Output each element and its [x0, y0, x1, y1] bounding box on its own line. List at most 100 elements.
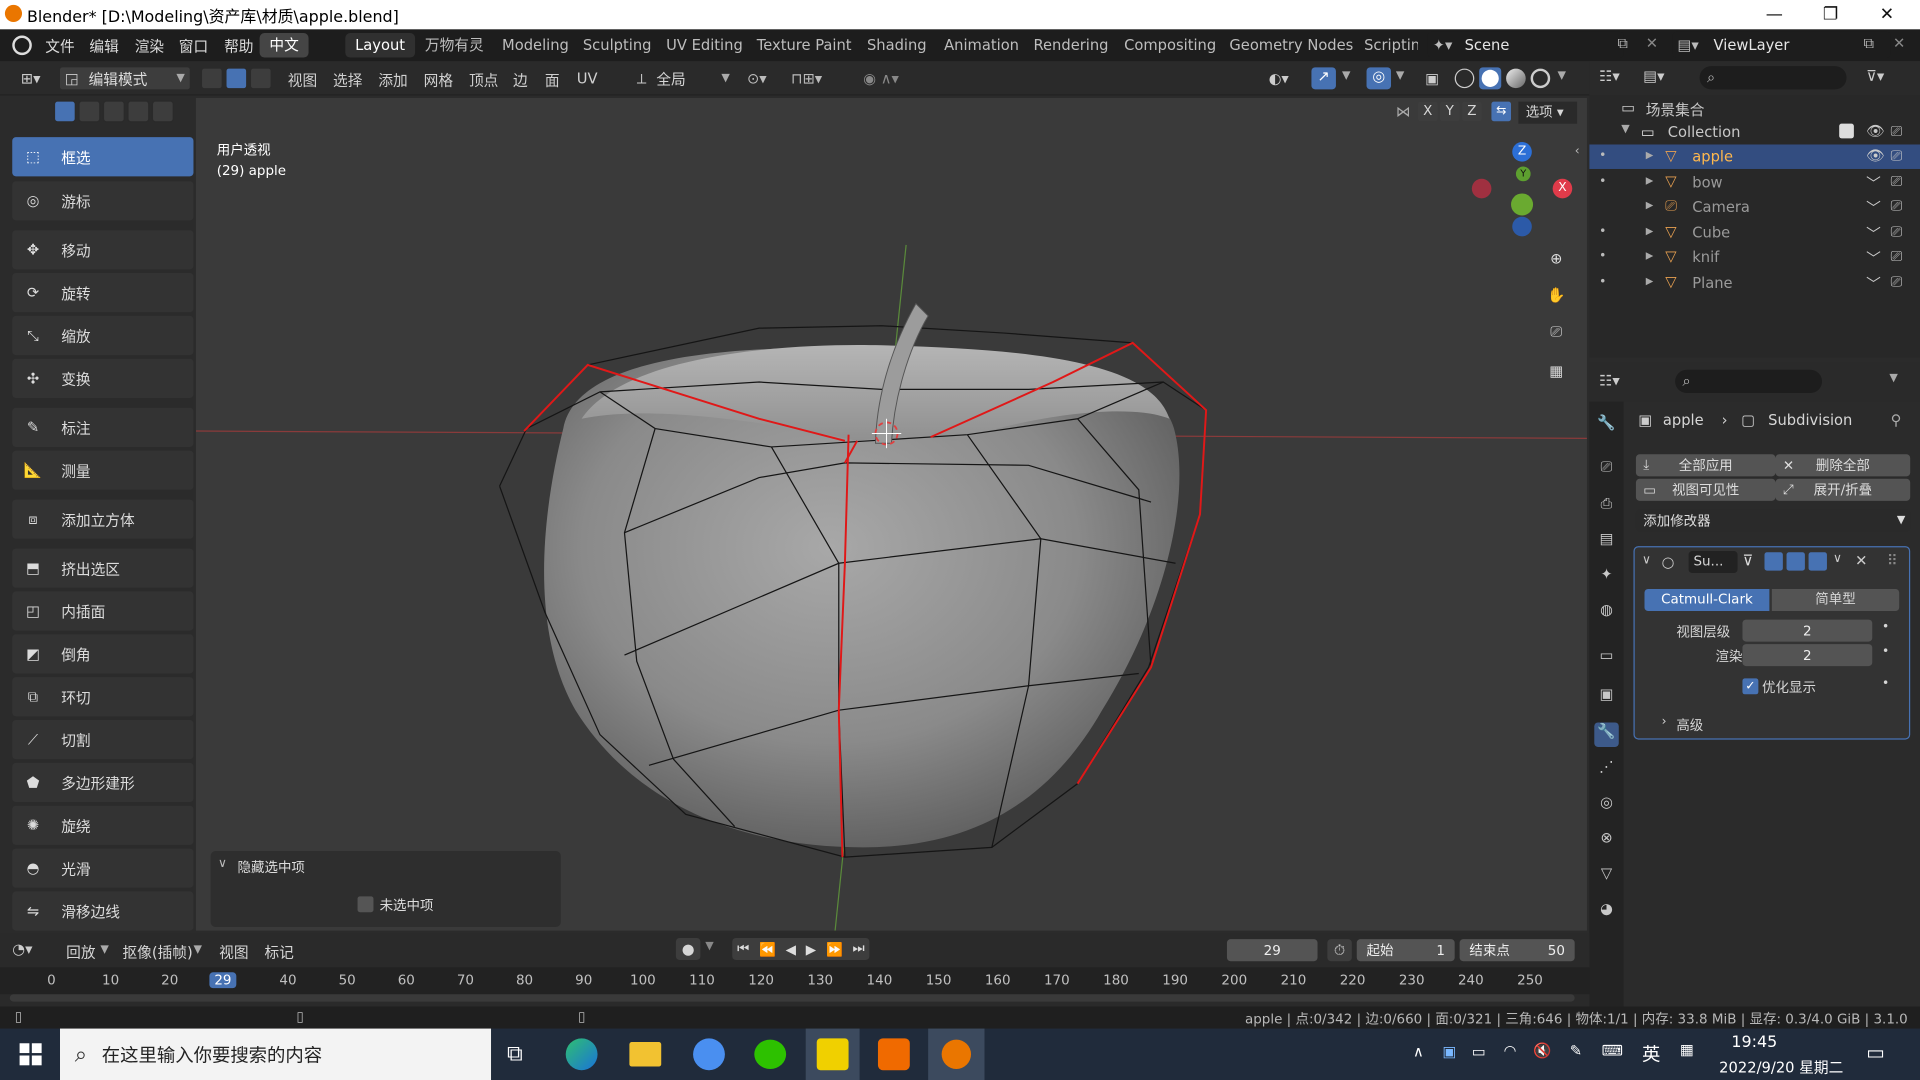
advanced-chevron-icon[interactable]: › — [1662, 715, 1667, 728]
overlay-dropdown-icon[interactable]: ▼ — [1396, 70, 1404, 82]
outliner-row-cube[interactable]: ▶ ▽ Cube ﹀ ⎚ — [1589, 220, 1920, 244]
menu-file[interactable]: 文件 — [45, 36, 74, 57]
modifier-menu-icon[interactable]: ∨ — [1833, 552, 1842, 565]
file-explorer-icon[interactable] — [629, 1042, 662, 1067]
viewport-levels-field[interactable]: 2 — [1742, 619, 1873, 642]
tool-poly-build[interactable]: ⬟ 多边形建形 — [12, 762, 194, 803]
mirror-options-icon[interactable]: ⋈ — [1396, 103, 1411, 120]
particles-tab-icon[interactable]: ⋰ — [1594, 758, 1618, 782]
start-frame-field[interactable]: 起始 1 — [1356, 939, 1455, 962]
select-intersect-button[interactable] — [151, 100, 174, 123]
blender-taskbar-icon[interactable] — [928, 1028, 985, 1080]
gizmo-z-axis[interactable]: Z — [1512, 142, 1532, 162]
timeline-editor-icon[interactable]: ◔▾ — [12, 940, 32, 957]
proportional-edit-icon[interactable]: ◉ ∧▾ — [863, 70, 899, 87]
edge-select-button[interactable] — [225, 67, 248, 90]
add-modifier-dropdown[interactable]: 添加修改器 ▼ — [1635, 509, 1911, 532]
outliner-row-plane[interactable]: ▶ ▽ Plane ﹀ ⎚ — [1589, 270, 1920, 294]
taskbar-search[interactable]: ⌕ 在这里输入你要搜索的内容 — [60, 1028, 492, 1080]
tool-inset-faces[interactable]: ◰ 内插面 — [12, 591, 194, 631]
close-button[interactable]: ✕ — [1859, 0, 1915, 29]
outliner-row-scene-collection[interactable]: ▭ 场景集合 — [1589, 96, 1920, 120]
tool-loop-cut[interactable]: ⧉ 环切 — [12, 677, 194, 717]
expand-arrow-icon[interactable]: ▶ — [1646, 200, 1654, 211]
tray-app-icon[interactable]: ▣ — [1442, 1043, 1456, 1060]
wifi-icon[interactable]: ◠ — [1504, 1042, 1517, 1059]
perspective-grid-icon[interactable]: ▦ — [1543, 358, 1570, 385]
gizmo-dropdown-icon[interactable]: ▼ — [1342, 70, 1350, 82]
clock-time[interactable]: 19:45 — [1731, 1033, 1777, 1051]
jump-start-icon[interactable]: ⏮ — [737, 940, 749, 957]
timeline-menu-keying[interactable]: 抠像(插帧) — [122, 942, 192, 963]
select-new-button[interactable] — [53, 100, 76, 123]
render-toggle-icon[interactable] — [1808, 552, 1827, 571]
header-menu-uv[interactable]: UV — [577, 70, 598, 87]
tool-smooth[interactable]: ◓ 光滑 — [12, 848, 194, 888]
header-menu-face[interactable]: 面 — [545, 70, 560, 91]
delete-viewlayer-icon[interactable]: ✕ — [1893, 34, 1905, 51]
outliner-row-bow[interactable]: ▶ ▽ bow ﹀ ⎚ — [1589, 170, 1920, 194]
modifier-tab-icon[interactable]: 🔧 — [1594, 722, 1619, 747]
keyframe-dot-icon[interactable]: • — [1882, 677, 1889, 690]
expand-arrow-icon[interactable]: ▶ — [1646, 225, 1654, 236]
display-mode-icon[interactable]: ▤▾ — [1643, 67, 1664, 84]
windows-start-icon[interactable] — [19, 1043, 42, 1066]
eye-icon[interactable]: ﹀ — [1866, 222, 1881, 243]
header-menu-mesh[interactable]: 网格 — [424, 70, 453, 91]
tab-modeling[interactable]: Modeling — [492, 33, 578, 57]
gizmo-toggle-icon[interactable]: ↗ — [1311, 67, 1336, 90]
blender-menu-icon[interactable] — [12, 35, 32, 56]
tool-extrude-region[interactable]: ⬒ 挤出选区 — [12, 548, 194, 588]
camera-view-icon[interactable]: ⎚ — [1543, 318, 1570, 345]
menu-help[interactable]: 帮助 — [224, 36, 253, 57]
view-layer-tab-icon[interactable]: ▤ — [1594, 530, 1618, 554]
viewlayer-selector[interactable]: ▤▾ ViewLayer — [1672, 31, 1891, 58]
world-tab-icon[interactable]: ◍ — [1594, 601, 1618, 625]
visibility-icon[interactable]: ◐▾ — [1269, 70, 1289, 87]
sidebar-toggle-icon[interactable]: ‹ — [1575, 144, 1580, 157]
playhead-frame[interactable]: 29 — [209, 972, 237, 989]
jump-end-icon[interactable]: ⏭ — [853, 940, 865, 957]
volume-mute-icon[interactable]: 🔇 — [1533, 1042, 1551, 1059]
timeline-menu-marker[interactable]: 标记 — [264, 942, 293, 963]
auto-merge-icon[interactable]: ⇆ — [1491, 101, 1512, 122]
tool-add-cube[interactable]: ⧈ 添加立方体 — [12, 499, 194, 539]
menu-window[interactable]: 窗口 — [179, 36, 208, 57]
viewport-toggle-icon[interactable] — [1786, 552, 1805, 571]
properties-options-icon[interactable]: ▼ — [1889, 372, 1897, 384]
edge-browser-icon[interactable] — [565, 1038, 598, 1071]
outliner-editor-icon[interactable]: ☷▾ — [1599, 67, 1620, 84]
render-camera-icon[interactable]: ⎚ — [1891, 222, 1903, 240]
new-scene-icon[interactable]: ⧉ — [1618, 34, 1629, 52]
viewport-visibility-button[interactable]: ▭ 视图可见性 — [1635, 478, 1776, 501]
edit-mode-toggle-icon[interactable]: ⊽ — [1742, 552, 1753, 569]
tab-layout[interactable]: Layout — [345, 33, 415, 58]
header-menu-select[interactable]: 选择 — [333, 70, 362, 91]
current-frame-field[interactable]: 29 — [1226, 939, 1318, 962]
tab-sculpting[interactable]: Sculpting — [573, 33, 661, 57]
select-extend-button[interactable] — [78, 100, 101, 123]
battery-icon[interactable]: ▭ — [1472, 1043, 1486, 1060]
expand-arrow-icon[interactable]: ▶ — [1646, 149, 1654, 160]
maximize-button[interactable]: ❐ — [1802, 0, 1858, 29]
eye-icon[interactable]: ﹀ — [1866, 172, 1881, 193]
checkbox-icon[interactable] — [1839, 123, 1854, 139]
record-button[interactable]: ● — [675, 937, 701, 961]
wechat-icon[interactable] — [754, 1039, 787, 1069]
taskbar-app-orange-icon[interactable] — [877, 1038, 910, 1071]
render-camera-icon[interactable]: ⎚ — [1891, 172, 1903, 190]
menu-edit[interactable]: 编辑 — [89, 36, 118, 57]
zoom-icon[interactable]: ⊕ — [1542, 244, 1570, 272]
header-menu-vertex[interactable]: 顶点 — [469, 70, 498, 91]
remove-modifier-icon[interactable]: ✕ — [1855, 552, 1867, 569]
tab-uv-editing[interactable]: UV Editing — [656, 33, 752, 57]
play-reverse-icon[interactable]: ◀ — [786, 941, 796, 957]
tab-shading[interactable]: Shading — [857, 33, 936, 57]
object-tab-icon[interactable]: ▣ — [1594, 686, 1618, 710]
overlay-toggle-icon[interactable]: ◎ — [1366, 67, 1392, 90]
next-keyframe-icon[interactable]: ⏩ — [826, 941, 843, 957]
clock-icon[interactable]: ⏱ — [1327, 939, 1352, 962]
tab-geometry-nodes[interactable]: Geometry Nodes — [1220, 33, 1364, 57]
notification-icon[interactable]: ▭ — [1866, 1041, 1885, 1064]
panel-chevron-icon[interactable]: ∨ — [218, 857, 227, 870]
